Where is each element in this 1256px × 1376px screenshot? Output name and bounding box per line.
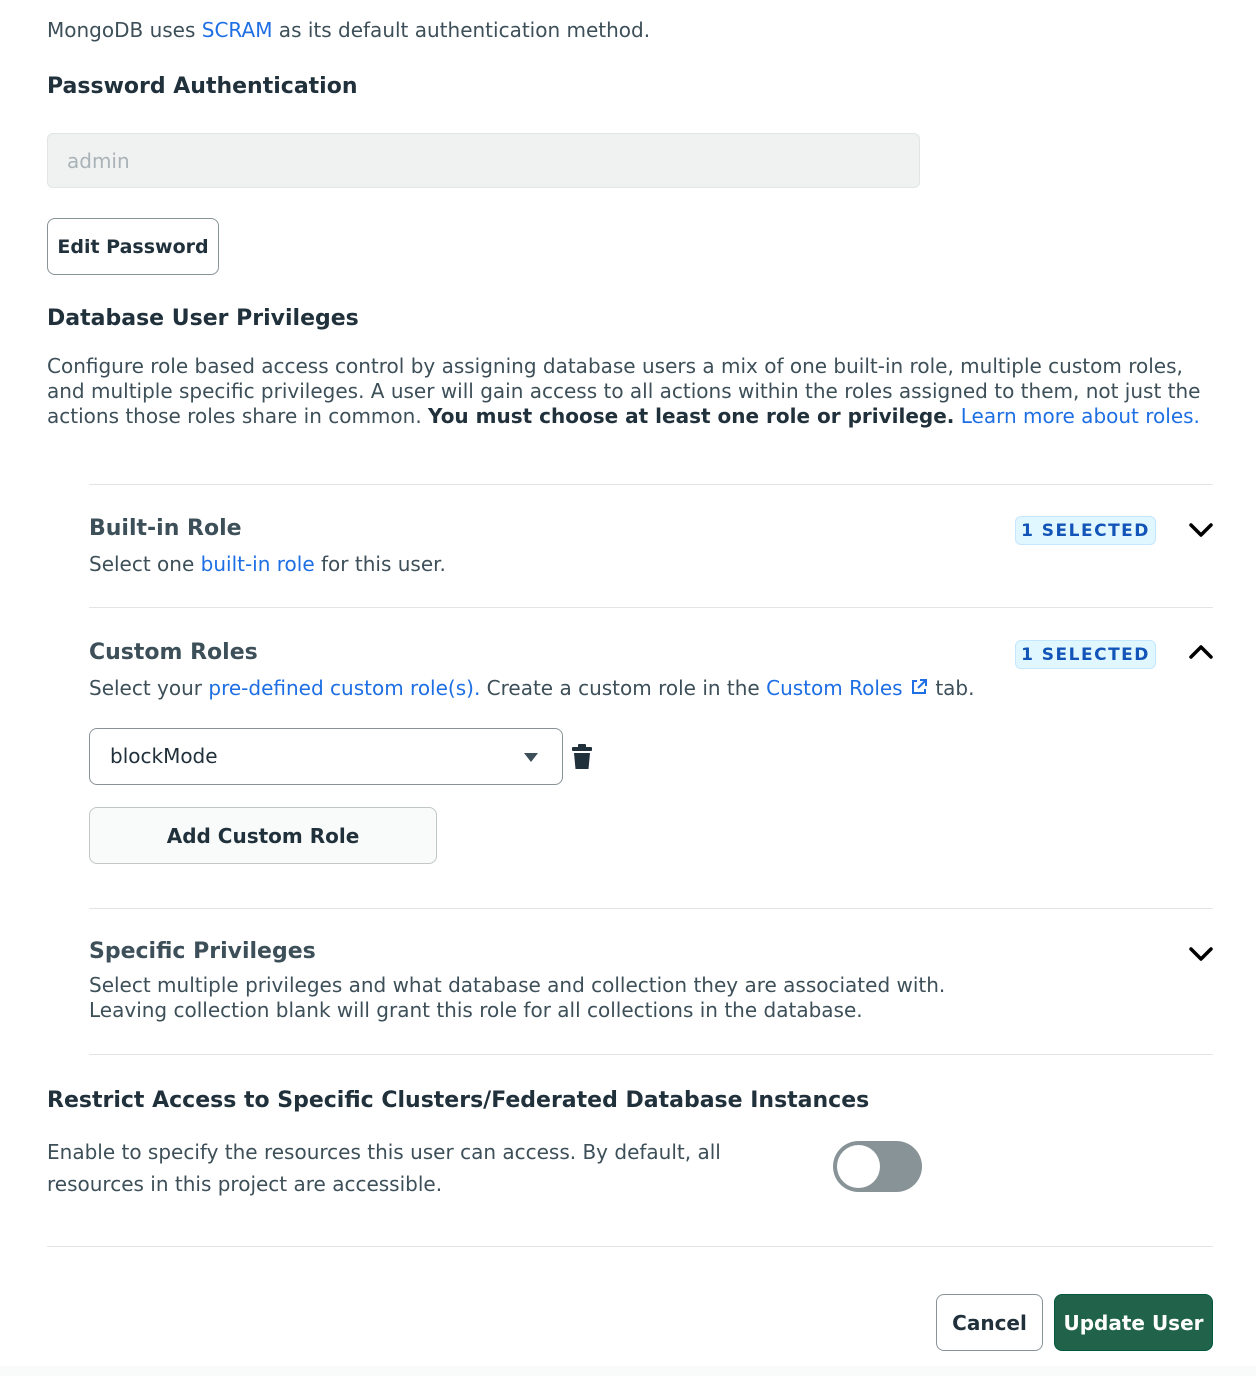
- privileges-desc-bold: You must choose at least one role or pri…: [428, 404, 955, 428]
- custom-roles-tab-link-text: Custom Roles: [766, 676, 903, 700]
- divider: [89, 607, 1213, 608]
- intro-text-end: as its default authentication method.: [272, 18, 651, 42]
- builtin-role-link[interactable]: built-in role: [201, 552, 315, 576]
- builtin-role-description: Select one built-in role for this user.: [89, 552, 446, 577]
- username-field: [47, 133, 920, 188]
- external-link-icon: [911, 679, 927, 694]
- builtin-role-selected-badge: 1 SELECTED: [1015, 516, 1156, 545]
- custom-desc-text-end: tab.: [928, 676, 975, 700]
- toggle-knob: [837, 1145, 880, 1188]
- custom-desc-text-middle: Create a custom role in the: [480, 676, 767, 700]
- trash-icon[interactable]: [571, 744, 593, 770]
- custom-roles-selected-badge: 1 SELECTED: [1015, 640, 1156, 669]
- builtin-role-title: Built-in Role: [89, 516, 242, 541]
- specific-privileges-desc-line: Leaving collection blank will grant this…: [89, 998, 863, 1022]
- learn-more-roles-link[interactable]: Learn more about roles.: [961, 404, 1200, 428]
- caret-down-icon: [524, 753, 538, 762]
- custom-desc-text: Select your: [89, 676, 209, 700]
- predefined-custom-roles-link[interactable]: pre-defined custom role(s).: [208, 676, 480, 700]
- divider: [89, 1054, 1213, 1055]
- builtin-desc-text-end: for this user.: [314, 552, 446, 576]
- custom-roles-description: Select your pre-defined custom role(s). …: [89, 676, 974, 701]
- cancel-button[interactable]: Cancel: [936, 1294, 1043, 1351]
- custom-role-select[interactable]: blockMode: [89, 728, 563, 785]
- auth-method-intro: MongoDB uses SCRAM as its default authen…: [47, 18, 650, 42]
- chevron-up-icon[interactable]: [1188, 643, 1214, 661]
- specific-privileges-description: Select multiple privileges and what data…: [89, 973, 945, 1023]
- divider: [89, 908, 1213, 909]
- restrict-access-heading: Restrict Access to Specific Clusters/Fed…: [47, 1088, 870, 1113]
- divider: [89, 484, 1213, 485]
- db-privileges-description: Configure role based access control by a…: [47, 354, 1217, 429]
- intro-text: MongoDB uses: [47, 18, 202, 42]
- password-auth-heading: Password Authentication: [47, 74, 358, 99]
- chevron-down-icon[interactable]: [1188, 521, 1214, 539]
- custom-roles-title: Custom Roles: [89, 640, 258, 665]
- builtin-desc-text: Select one: [89, 552, 201, 576]
- update-user-button[interactable]: Update User: [1054, 1294, 1213, 1351]
- scram-link[interactable]: SCRAM: [202, 18, 273, 42]
- specific-privileges-title: Specific Privileges: [89, 939, 316, 964]
- chevron-down-icon[interactable]: [1188, 945, 1214, 963]
- custom-roles-tab-link[interactable]: Custom Roles: [766, 676, 929, 700]
- db-privileges-heading: Database User Privileges: [47, 306, 359, 331]
- restrict-access-description: Enable to specify the resources this use…: [47, 1140, 721, 1196]
- footer-background: [0, 1366, 1256, 1376]
- add-custom-role-button[interactable]: Add Custom Role: [89, 807, 437, 864]
- footer-divider: [47, 1246, 1213, 1247]
- edit-password-button[interactable]: Edit Password: [47, 218, 219, 275]
- custom-role-select-value: blockMode: [110, 744, 218, 768]
- specific-privileges-desc-line: Select multiple privileges and what data…: [89, 973, 946, 997]
- restrict-access-toggle[interactable]: [833, 1141, 922, 1192]
